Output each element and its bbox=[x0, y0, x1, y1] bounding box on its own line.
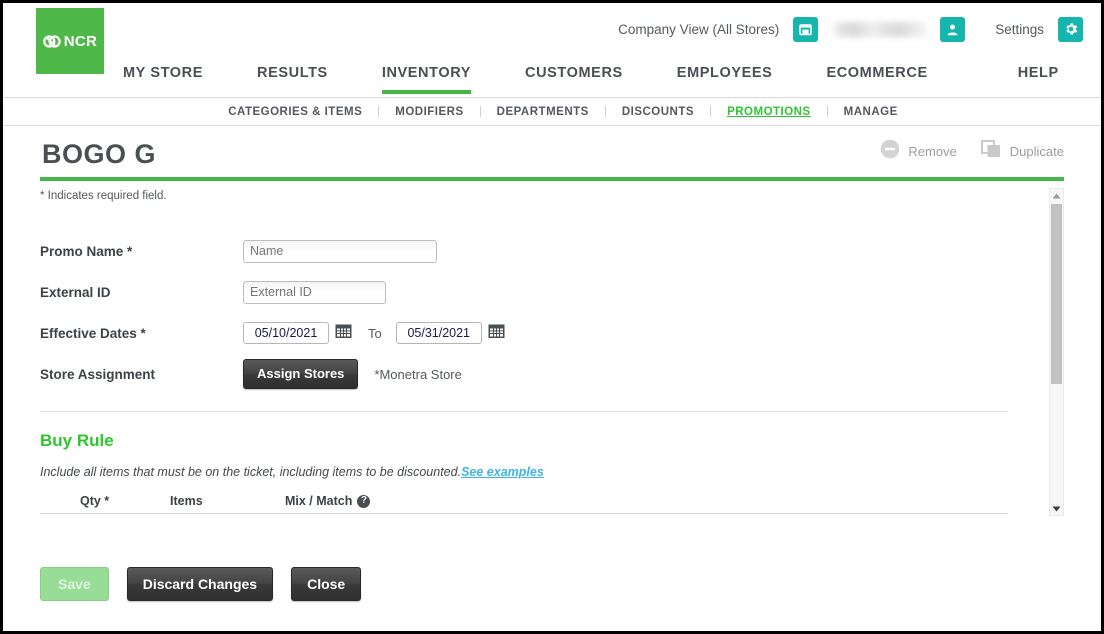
remove-button[interactable]: Remove bbox=[880, 139, 957, 164]
ncr-mark-icon bbox=[42, 34, 62, 49]
see-examples-link[interactable]: See examples bbox=[461, 465, 544, 479]
subnav-item-departments[interactable]: DEPARTMENTS bbox=[481, 106, 605, 118]
required-field-note: * Indicates required field. bbox=[40, 190, 167, 202]
subnav-item-promotions[interactable]: PROMOTIONS bbox=[711, 106, 827, 118]
nav-item-my-store[interactable]: MY STORE bbox=[123, 65, 203, 90]
calendar-icon[interactable] bbox=[335, 323, 352, 344]
column-header-items: Items bbox=[170, 494, 203, 508]
effective-dates-label: Effective Dates * bbox=[40, 325, 146, 341]
calendar-icon[interactable] bbox=[488, 323, 505, 344]
question-mark-icon[interactable]: ? bbox=[357, 494, 371, 508]
column-header-mix-match: Mix / Match ? bbox=[285, 494, 371, 508]
close-button[interactable]: Close bbox=[291, 567, 362, 601]
discard-changes-button[interactable]: Discard Changes bbox=[126, 567, 274, 601]
external-id-input[interactable] bbox=[243, 280, 386, 304]
scroll-down-arrow-icon[interactable] bbox=[1050, 502, 1063, 515]
store-assignment-label: Store Assignment bbox=[40, 366, 156, 382]
page-actions: Remove Duplicate bbox=[880, 139, 1064, 164]
scrollbar-thumb[interactable] bbox=[1051, 204, 1062, 384]
form-content: * Indicates required field. Promo Name *… bbox=[40, 181, 1047, 516]
gear-icon[interactable] bbox=[1058, 16, 1083, 42]
nav-item-results[interactable]: RESULTS bbox=[257, 65, 328, 90]
company-view-label: Company View (All Stores) bbox=[618, 21, 780, 37]
remove-label: Remove bbox=[908, 144, 957, 159]
nav-item-customers[interactable]: CUSTOMERS bbox=[525, 65, 623, 90]
external-id-label: External ID bbox=[40, 284, 111, 300]
nav-item-help[interactable]: HELP bbox=[1018, 65, 1059, 90]
header-right-cluster: Company View (All Stores) Settings bbox=[618, 14, 1101, 44]
minus-circle-icon bbox=[880, 139, 900, 164]
page-title: BOGO G bbox=[42, 139, 157, 169]
effective-date-end-input[interactable] bbox=[395, 322, 482, 344]
page-header: BOGO G Remove Duplicate bbox=[40, 126, 1064, 181]
buy-rule-description: Include all items that must be on the ti… bbox=[40, 465, 1047, 479]
buy-rule-title: Buy Rule bbox=[40, 431, 114, 450]
settings-label[interactable]: Settings bbox=[995, 22, 1044, 37]
save-button[interactable]: Save bbox=[40, 567, 109, 601]
sub-navigation: CATEGORIES & ITEMS MODIFIERS DEPARTMENTS… bbox=[3, 98, 1101, 126]
user-name-redacted bbox=[834, 21, 927, 37]
form-scroll-region: * Indicates required field. Promo Name *… bbox=[40, 181, 1064, 516]
assigned-store-note: *Monetra Store bbox=[374, 366, 462, 382]
assign-stores-button[interactable]: Assign Stores bbox=[243, 359, 359, 389]
store-assignment-row: Store Assignment Assign Stores *Monetra … bbox=[40, 355, 1047, 393]
copy-icon bbox=[980, 139, 1002, 164]
app-window: NCR Company View (All Stores) Settings M… bbox=[3, 3, 1101, 631]
app-header: NCR Company View (All Stores) Settings bbox=[3, 3, 1101, 74]
effective-dates-row: Effective Dates * To bbox=[40, 314, 1047, 352]
duplicate-label: Duplicate bbox=[1009, 144, 1064, 159]
nav-item-employees[interactable]: EMPLOYEES bbox=[677, 65, 773, 90]
nav-item-inventory[interactable]: INVENTORY bbox=[381, 65, 472, 94]
effective-date-start-input[interactable] bbox=[243, 322, 329, 344]
user-icon[interactable] bbox=[940, 16, 966, 42]
subnav-item-categories-items[interactable]: CATEGORIES & ITEMS bbox=[212, 106, 378, 118]
ncr-logo-text: NCR bbox=[63, 32, 98, 50]
promo-name-input[interactable] bbox=[243, 239, 437, 263]
vertical-scrollbar[interactable] bbox=[1049, 188, 1064, 516]
subnav-item-modifiers[interactable]: MODIFIERS bbox=[379, 106, 479, 118]
subnav-item-discounts[interactable]: DISCOUNTS bbox=[606, 106, 710, 118]
nav-item-ecommerce[interactable]: ECOMMERCE bbox=[826, 65, 927, 90]
date-range-to-label: To bbox=[368, 325, 382, 341]
store-icon[interactable] bbox=[793, 16, 819, 42]
column-header-mix-match-label: Mix / Match bbox=[285, 494, 353, 508]
form-footer-actions: Save Discard Changes Close bbox=[40, 567, 362, 601]
promo-name-row: Promo Name * bbox=[40, 232, 1047, 270]
buy-rule-description-text: Include all items that must be on the ti… bbox=[40, 465, 462, 479]
promo-name-label: Promo Name * bbox=[40, 243, 133, 259]
buy-rule-table-header: Qty * Items Mix / Match ? bbox=[40, 494, 1008, 514]
column-header-qty: Qty * bbox=[80, 494, 110, 508]
duplicate-button[interactable]: Duplicate bbox=[980, 139, 1064, 164]
section-divider bbox=[40, 411, 1008, 412]
external-id-row: External ID bbox=[40, 273, 1047, 311]
subnav-item-manage[interactable]: MANAGE bbox=[828, 106, 914, 118]
scroll-up-arrow-icon[interactable] bbox=[1050, 189, 1063, 202]
main-navigation: MY STORE RESULTS INVENTORY CUSTOMERS EMP… bbox=[3, 65, 1101, 98]
